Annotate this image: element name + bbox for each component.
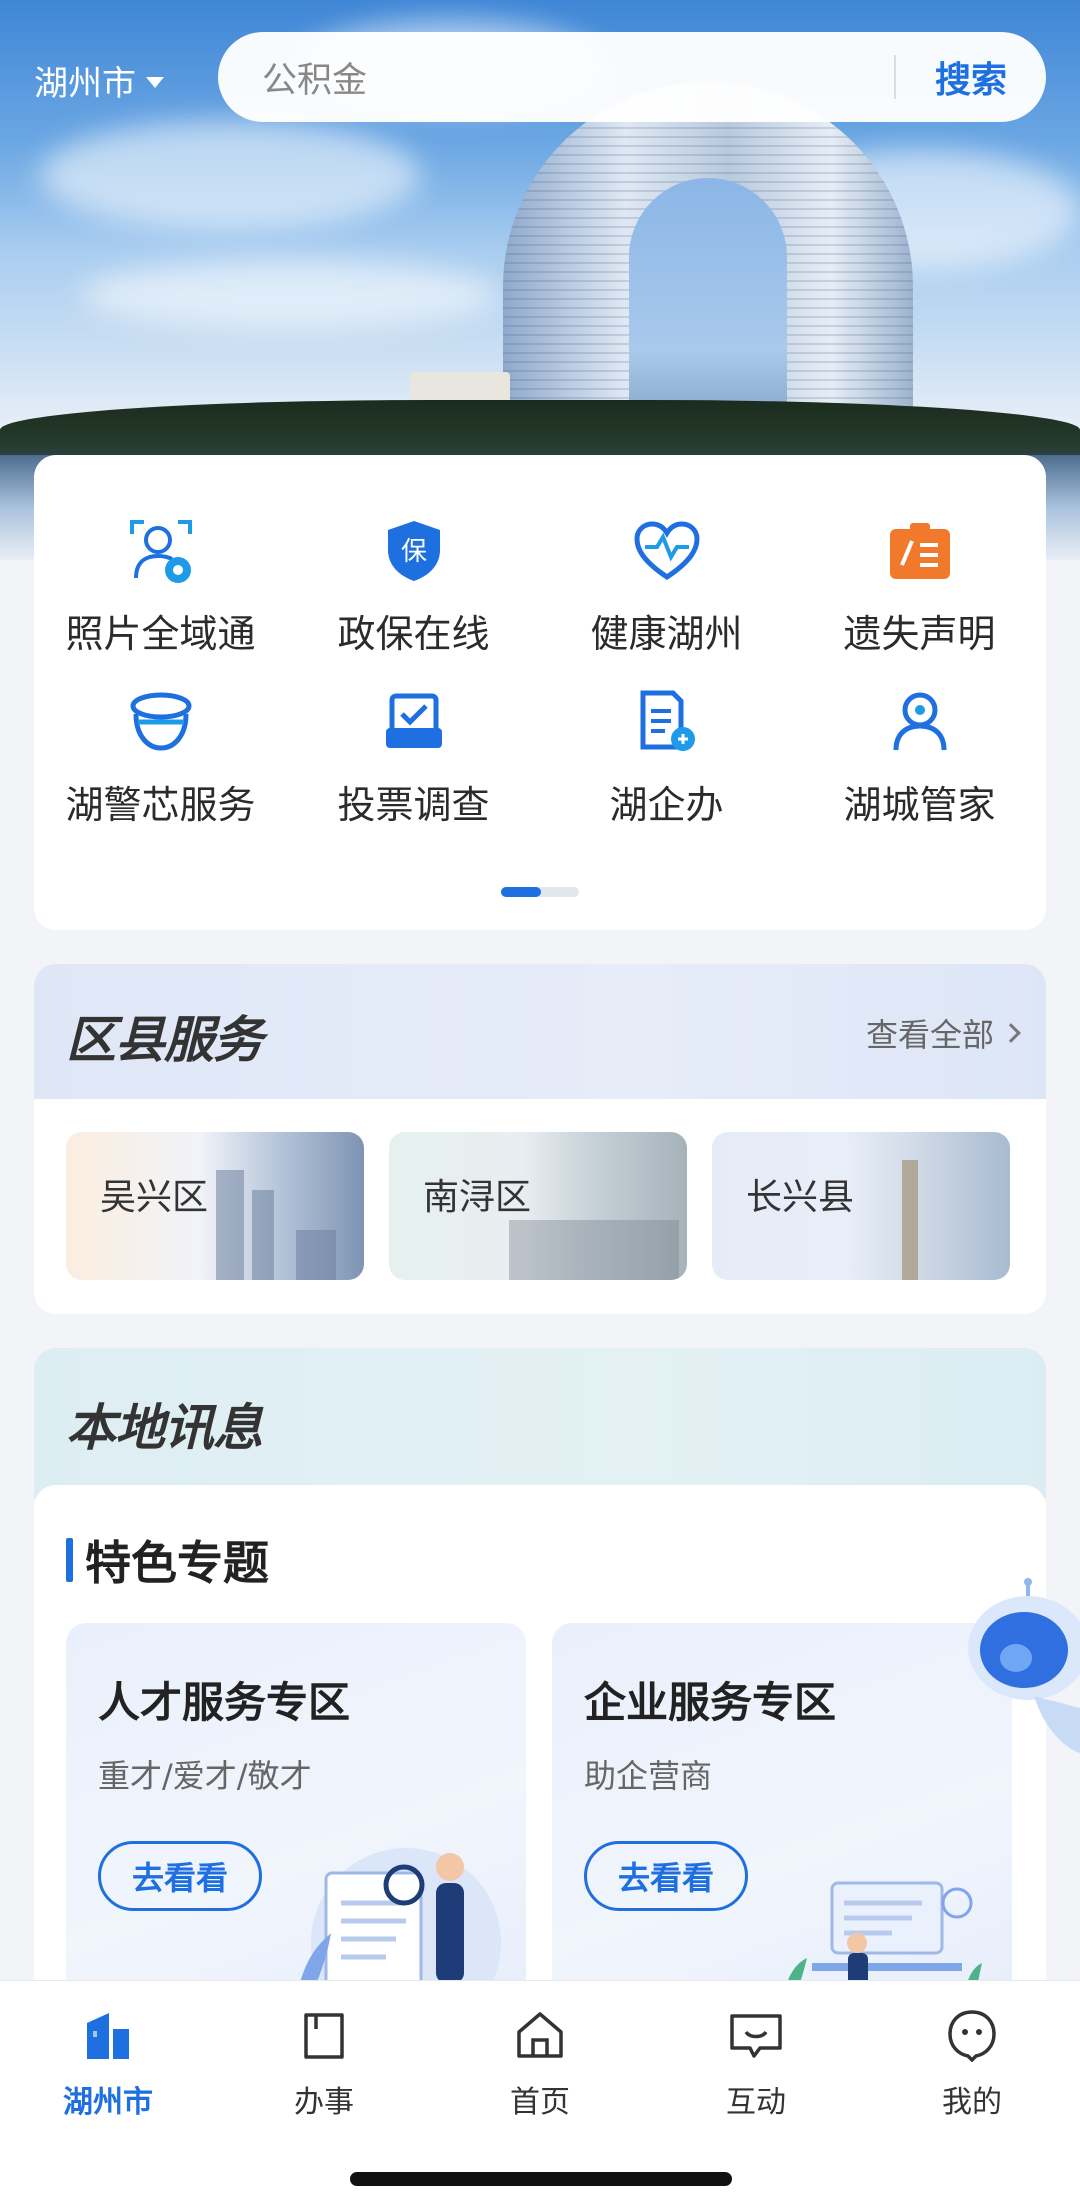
featured-topics-title: 特色专题 [85, 1536, 269, 1590]
quick-services-grid: 照片全域通 保 政保在线 健康湖州 遗失声明 湖警芯服务 投票调查 湖企办 湖城… [34, 513, 1046, 829]
skyline [252, 1190, 274, 1280]
service-label: 照片全域通 [65, 612, 256, 656]
pagoda [902, 1160, 918, 1280]
district-list: 吴兴区 南浔区 长兴县 [66, 1132, 1010, 1280]
caret-down-icon [146, 77, 164, 88]
district-changxing[interactable]: 长兴县 [712, 1132, 1010, 1280]
robot-assistant-icon[interactable] [964, 1578, 1080, 1758]
city-building-icon [78, 2005, 138, 2065]
heart-pulse-icon [629, 513, 705, 589]
tab-label: 首页 [510, 2085, 570, 2120]
service-police-insurance[interactable]: 保 政保在线 [287, 513, 540, 658]
old-town [509, 1220, 679, 1280]
district-name: 长兴县 [746, 1177, 855, 1218]
tab-label: 我的 [942, 2085, 1002, 2120]
district-name: 南浔区 [423, 1177, 532, 1218]
service-enterprise[interactable]: 湖企办 [540, 684, 793, 829]
chat-icon [726, 2005, 786, 2065]
home-indicator[interactable] [350, 2172, 732, 2186]
notice-icon [882, 513, 958, 589]
police-cap-icon [123, 684, 199, 760]
tab-city[interactable]: 湖州市 [0, 2005, 216, 2121]
service-label: 湖警芯服务 [65, 783, 256, 827]
tab-label: 湖州市 [63, 2085, 153, 2120]
local-news-header: 本地讯息 [34, 1348, 1046, 1498]
tab-interact[interactable]: 互动 [648, 2005, 864, 2121]
topic-card-talent[interactable]: 人才服务专区 重才/爱才/敬才 去看看 [66, 1623, 526, 2003]
view-all-label: 查看全部 [865, 1016, 994, 1054]
district-services-card: 区县服务 查看全部 吴兴区 南浔区 长兴县 [34, 964, 1046, 1314]
cloud [40, 120, 420, 230]
tab-home[interactable]: 首页 [432, 2005, 648, 2121]
service-label: 政保在线 [337, 612, 490, 656]
district-nanxun[interactable]: 南浔区 [389, 1132, 687, 1280]
page-indicator [501, 887, 579, 897]
go-see-button[interactable]: 去看看 [584, 1841, 748, 1911]
tab-label: 办事 [294, 2085, 354, 2120]
enterprise-doc-icon [629, 684, 705, 760]
shield-icon: 保 [376, 513, 452, 589]
topic-subtitle: 助企营商 [584, 1757, 713, 1795]
service-label: 湖企办 [609, 783, 724, 827]
service-city-manager[interactable]: 湖城管家 [793, 684, 1046, 829]
featured-topics-heading: 特色专题 [66, 1527, 269, 1593]
district-name: 吴兴区 [100, 1177, 209, 1218]
city-name: 湖州市 [34, 64, 136, 104]
district-header: 区县服务 查看全部 [34, 964, 1046, 1099]
topic-title: 人才服务专区 [98, 1678, 351, 1727]
service-health[interactable]: 健康湖州 [540, 513, 793, 658]
topic-title: 企业服务专区 [584, 1678, 837, 1727]
quick-services-card: 照片全域通 保 政保在线 健康湖州 遗失声明 湖警芯服务 投票调查 湖企办 湖城… [34, 455, 1046, 930]
service-label: 健康湖州 [590, 612, 743, 656]
service-label: 投票调查 [337, 783, 490, 827]
service-lost-notice[interactable]: 遗失声明 [793, 513, 1046, 658]
cloud [80, 260, 500, 330]
person-icon [882, 684, 958, 760]
home-icon [510, 2005, 570, 2065]
accent-bar [66, 1538, 73, 1582]
topic-subtitle: 重才/爱才/敬才 [98, 1757, 312, 1795]
service-vote[interactable]: 投票调查 [287, 684, 540, 829]
search-bar[interactable]: 公积金 搜索 [218, 32, 1046, 122]
page-indicator-active [501, 887, 541, 897]
document-icon [294, 2005, 354, 2065]
service-photo[interactable]: 照片全域通 [34, 513, 287, 658]
profile-icon [942, 2005, 1002, 2065]
go-see-button[interactable]: 去看看 [98, 1841, 262, 1911]
view-all-link[interactable]: 查看全部 [865, 1010, 1021, 1056]
ballot-box-icon [376, 684, 452, 760]
local-news-title: 本地讯息 [66, 1399, 263, 1457]
search-button[interactable]: 搜索 [896, 51, 1046, 103]
svg-text:保: 保 [400, 537, 426, 567]
tab-label: 互动 [726, 2085, 786, 2120]
tab-list: 湖州市 办事 首页 互动 我的 [0, 1981, 1080, 2121]
tab-profile[interactable]: 我的 [864, 2005, 1080, 2121]
skyline [296, 1230, 336, 1280]
service-police-chip[interactable]: 湖警芯服务 [34, 684, 287, 829]
service-label: 遗失声明 [843, 612, 996, 656]
district-wuxing[interactable]: 吴兴区 [66, 1132, 364, 1280]
city-selector[interactable]: 湖州市 [34, 56, 164, 105]
topic-card-enterprise[interactable]: 企业服务专区 助企营商 去看看 [552, 1623, 1012, 2003]
local-news-body: 特色专题 人才服务专区 重才/爱才/敬才 去看看 企业服务专区 助企营商 去看看 [34, 1485, 1046, 2005]
service-label: 湖城管家 [843, 783, 996, 827]
skyline [216, 1170, 244, 1280]
topic-list: 人才服务专区 重才/爱才/敬才 去看看 企业服务专区 助企营商 去看看 [66, 1623, 1012, 2003]
talent-illustration-icon [296, 1848, 501, 2003]
chevron-right-icon [1001, 1023, 1021, 1043]
tab-services[interactable]: 办事 [216, 2005, 432, 2121]
search-input[interactable]: 公积金 [218, 52, 894, 103]
face-id-icon [123, 513, 199, 589]
district-title: 区县服务 [66, 1011, 263, 1069]
